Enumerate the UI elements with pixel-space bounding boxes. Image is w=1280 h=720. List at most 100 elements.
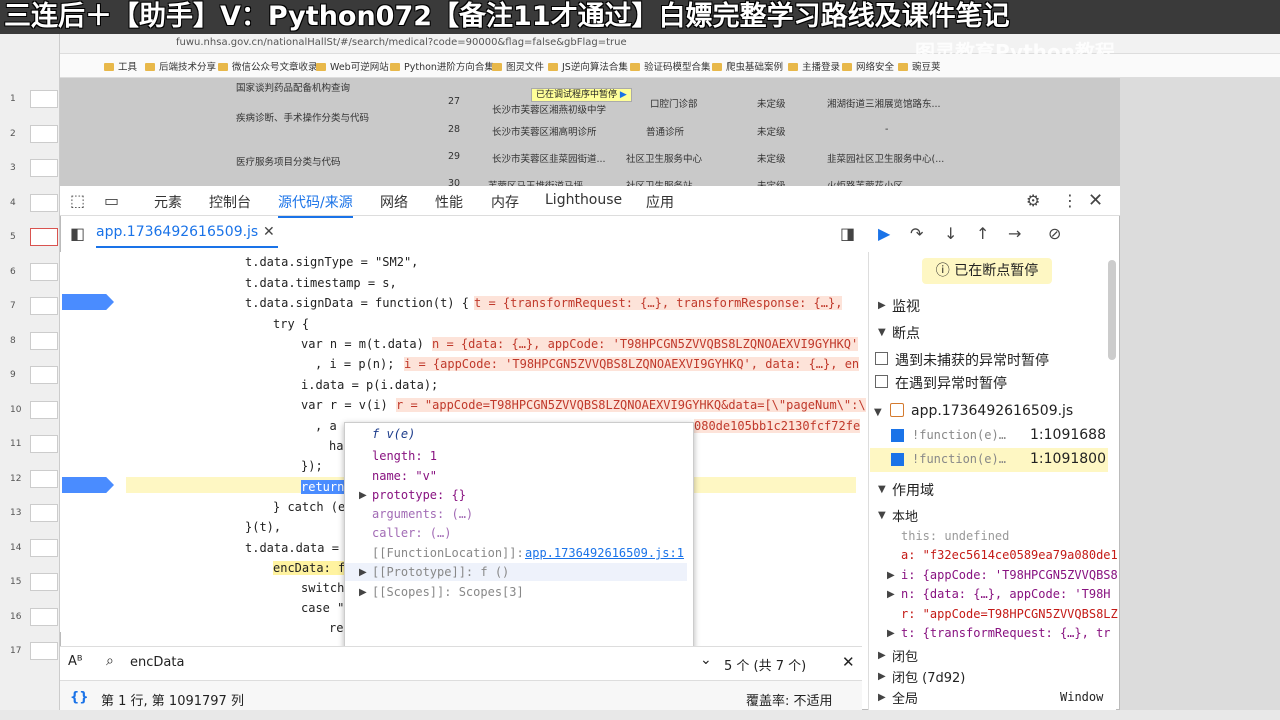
slide-thumbnail[interactable] xyxy=(30,400,58,419)
close-file-tab-icon[interactable]: ✕ xyxy=(263,224,275,240)
scope-var[interactable]: n: {data: {…}, appCode: 'T98H xyxy=(901,587,1111,601)
popup-prop[interactable]: caller: (…) xyxy=(372,526,451,540)
closure-scope[interactable]: 闭包 xyxy=(892,646,918,665)
slide-thumbnail[interactable] xyxy=(30,331,58,350)
match-case-icon[interactable]: Aᴮ xyxy=(68,654,83,669)
bookmark[interactable]: Python进阶方向合集 xyxy=(390,59,494,73)
expand-arrow-icon[interactable]: ▶ xyxy=(359,567,367,578)
bookmark[interactable]: 爬虫基础案例 xyxy=(712,59,783,73)
collapse-arrow-icon[interactable]: ▼ xyxy=(874,407,882,418)
tab-performance[interactable]: 性能 xyxy=(435,192,463,212)
pause-uncaught-checkbox[interactable] xyxy=(875,352,888,365)
popup-prop[interactable]: arguments: (…) xyxy=(372,507,473,521)
slide-thumbnail[interactable] xyxy=(30,262,58,281)
breakpoint-checkbox[interactable] xyxy=(891,453,904,466)
toggle-debugger-icon[interactable]: ◨ xyxy=(840,224,855,243)
slide-thumbnail[interactable] xyxy=(30,124,58,143)
slide-thumbnail[interactable] xyxy=(30,366,58,384)
closure-scope[interactable]: 闭包 (7d92) xyxy=(892,667,965,686)
tab-memory[interactable]: 内存 xyxy=(491,192,519,212)
bookmark[interactable]: JS逆向算法合集 xyxy=(548,59,628,73)
sidebar-scrollbar[interactable] xyxy=(1108,260,1116,360)
slide-thumbnail[interactable] xyxy=(30,607,58,626)
close-search-icon[interactable]: ✕ xyxy=(842,653,855,671)
popup-prop[interactable]: prototype: {} xyxy=(372,488,466,502)
expand-arrow-icon[interactable]: ▶ xyxy=(878,300,886,311)
tab-application[interactable]: 应用 xyxy=(646,192,674,212)
popup-prop[interactable]: [[Scopes]]: Scopes[3] xyxy=(372,585,524,599)
tab-elements[interactable]: 元素 xyxy=(154,192,182,212)
bookmark[interactable]: 验证码模型合集 xyxy=(630,59,711,73)
resume-icon[interactable]: ▶ xyxy=(620,90,627,100)
url-text[interactable]: fuwu.nhsa.gov.cn/nationalHallSt/#/search… xyxy=(176,37,627,48)
breakpoints-section[interactable]: 断点 xyxy=(892,323,920,343)
slide-thumbnail[interactable] xyxy=(30,573,58,591)
pause-caught-checkbox[interactable] xyxy=(875,375,888,388)
slide-thumbnail[interactable] xyxy=(30,193,58,212)
tab-network[interactable]: 网络 xyxy=(380,192,408,212)
file-tab[interactable]: app.1736492616509.js xyxy=(96,224,258,240)
inspect-icon[interactable]: ⬚ xyxy=(70,191,85,210)
slide-thumbnail[interactable] xyxy=(30,642,58,660)
breakpoint-marker[interactable] xyxy=(62,477,114,493)
breakpoint-marker[interactable] xyxy=(62,294,114,310)
local-scope[interactable]: 本地 xyxy=(892,506,918,525)
popup-prop[interactable]: [[Prototype]]: f () xyxy=(372,565,509,579)
deactivate-breakpoints-icon[interactable]: ⊘ xyxy=(1048,224,1061,243)
table-left-item[interactable]: 国家谈判药品配备机构查询 xyxy=(236,80,350,94)
slide-thumbnail[interactable] xyxy=(30,538,58,557)
search-prev-icon[interactable]: ⌄ xyxy=(700,652,712,668)
table-left-item[interactable]: 疾病诊断、手术操作分类与代码 xyxy=(236,110,369,124)
resume-icon[interactable]: ▶ xyxy=(878,224,890,243)
bookmark[interactable]: 豌豆荚 xyxy=(898,59,941,73)
bookmark[interactable]: 图灵文件 xyxy=(492,59,544,73)
settings-gear-icon[interactable]: ⚙ xyxy=(1026,191,1040,210)
paused-in-debugger-badge[interactable]: 已在调试程序中暂停 ▶ xyxy=(531,88,632,102)
expand-arrow-icon[interactable]: ▶ xyxy=(887,570,895,581)
expand-arrow-icon[interactable]: ▶ xyxy=(878,692,886,703)
breakpoint-checkbox[interactable] xyxy=(891,429,904,442)
watch-section[interactable]: 监视 xyxy=(892,296,920,316)
function-location-link[interactable]: app.1736492616509.js:1 xyxy=(525,546,684,560)
search-input[interactable]: encData xyxy=(130,655,184,670)
collapse-arrow-icon[interactable]: ▼ xyxy=(878,327,886,338)
tab-sources[interactable]: 源代码/来源 xyxy=(278,192,353,218)
scope-section[interactable]: 作用域 xyxy=(892,480,934,500)
expand-arrow-icon[interactable]: ▶ xyxy=(878,671,886,682)
tab-lighthouse[interactable]: Lighthouse xyxy=(545,192,622,208)
bookmark[interactable]: 工具 xyxy=(104,59,137,73)
expand-arrow-icon[interactable]: ▶ xyxy=(359,490,367,501)
pretty-print-icon[interactable]: {} xyxy=(70,690,89,705)
slide-thumbnail[interactable] xyxy=(30,228,58,246)
breakpoint-code[interactable]: !function(e)… xyxy=(912,452,1006,466)
step-icon[interactable]: → xyxy=(1008,224,1021,243)
bookmark[interactable]: 后端技术分享 xyxy=(145,59,216,73)
step-over-icon[interactable]: ↷ xyxy=(910,224,923,243)
breakpoint-file[interactable]: app.1736492616509.js xyxy=(911,403,1073,419)
collapse-arrow-icon[interactable]: ▼ xyxy=(878,484,886,495)
expand-arrow-icon[interactable]: ▶ xyxy=(878,650,886,661)
slide-thumbnail[interactable] xyxy=(30,504,58,522)
table-left-item[interactable]: 医疗服务项目分类与代码 xyxy=(236,154,341,168)
slide-thumbnail[interactable] xyxy=(30,90,58,108)
slide-thumbnail[interactable] xyxy=(30,435,58,453)
scope-var[interactable]: i: {appCode: 'T98HPCGN5ZVVQBS8 xyxy=(901,568,1118,582)
step-into-icon[interactable]: ↓ xyxy=(944,224,957,243)
bookmark[interactable]: Web可逆网站 xyxy=(316,59,389,73)
global-scope[interactable]: 全局 xyxy=(892,688,918,707)
expand-arrow-icon[interactable]: ▶ xyxy=(887,589,895,600)
close-devtools-icon[interactable]: ✕ xyxy=(1088,190,1103,211)
collapse-arrow-icon[interactable]: ▼ xyxy=(878,510,886,521)
more-options-icon[interactable]: ⋮ xyxy=(1062,191,1078,210)
bookmark[interactable]: 主播登录 xyxy=(788,59,840,73)
breakpoint-code[interactable]: !function(e)… xyxy=(912,428,1006,442)
expand-arrow-icon[interactable]: ▶ xyxy=(359,587,367,598)
slide-thumbnail[interactable] xyxy=(30,159,58,177)
tab-console[interactable]: 控制台 xyxy=(209,192,251,212)
slide-thumbnail[interactable] xyxy=(30,297,58,315)
scope-var[interactable]: t: {transformRequest: {…}, tr xyxy=(901,626,1111,640)
slide-thumbnail[interactable] xyxy=(30,469,58,488)
bookmark[interactable]: 网络安全 xyxy=(842,59,894,73)
step-out-icon[interactable]: ↑ xyxy=(976,224,989,243)
toggle-navigator-icon[interactable]: ◧ xyxy=(70,224,85,243)
